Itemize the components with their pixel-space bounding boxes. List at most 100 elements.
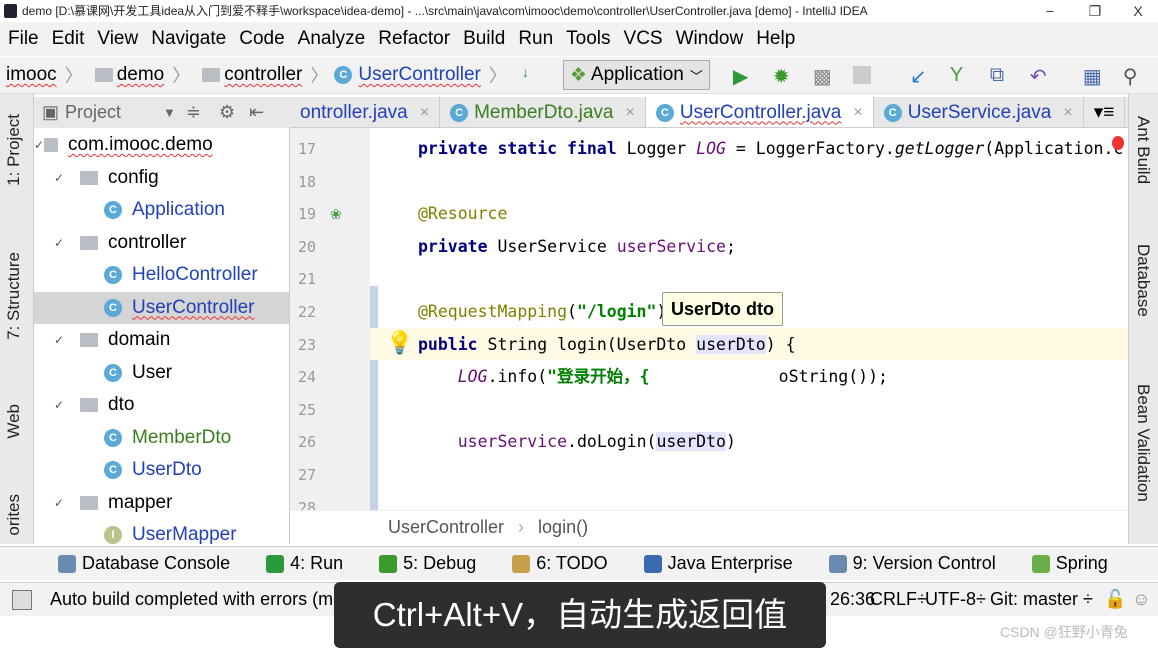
expand-icon[interactable]: ✓ <box>34 171 66 185</box>
tree-item[interactable]: C HelloController <box>34 259 289 291</box>
project-panel-title[interactable]: Project <box>65 102 121 123</box>
tree-item[interactable]: C UserController <box>34 291 289 324</box>
crumb-usercontroller[interactable]: C UserController 〉 <box>334 62 507 88</box>
project-structure-icon[interactable]: ▦ <box>1083 64 1105 88</box>
menu-vcs[interactable]: VCS <box>624 28 663 50</box>
gear-icon[interactable]: ⚙ <box>219 102 235 123</box>
crumb-imooc[interactable]: imooc 〉 <box>6 62 83 88</box>
code-line[interactable]: @Resource <box>418 203 507 225</box>
tree-item[interactable]: ✓ dto <box>34 389 289 421</box>
tree-item[interactable]: ✓ domain <box>34 324 289 356</box>
tab-structure[interactable]: 7: Structure <box>4 252 24 340</box>
tab-bean-validation[interactable]: Bean Validation <box>1133 384 1153 502</box>
vcs-update-icon[interactable]: ↙ <box>910 64 932 88</box>
menu-help[interactable]: Help <box>756 28 795 50</box>
editor-tab[interactable]: ontroller.java × <box>290 97 441 127</box>
build-icon[interactable]: ↓ <box>522 64 544 86</box>
editor-tab[interactable]: C UserController.java × <box>645 97 874 127</box>
close-tab-icon[interactable]: × <box>853 104 862 122</box>
code-editor[interactable]: 💡 ❀ 17 private static final Logger LOG = … <box>290 128 1128 510</box>
expand-icon[interactable]: ✓ <box>34 333 66 347</box>
vcs-compare-icon[interactable]: ⧉ <box>990 64 1012 86</box>
caret-position[interactable]: 26:36 <box>830 589 875 610</box>
editor-tab[interactable]: C MemberDto.java × <box>440 97 646 127</box>
vcs-commit-icon[interactable]: Y <box>950 64 972 86</box>
tool-window-version-control[interactable]: 9: Version Control <box>828 553 996 574</box>
revert-icon[interactable]: ↶ <box>1030 64 1052 88</box>
code-line[interactable]: private static final Logger LOG = Logger… <box>418 138 1123 160</box>
tool-window-run[interactable]: 4: Run <box>266 553 343 574</box>
tool-window-java-enterprise[interactable]: Java Enterprise <box>643 553 793 574</box>
tree-item[interactable]: C Application <box>34 194 289 226</box>
bean-gutter-icon[interactable]: ❀ <box>330 206 342 223</box>
breadcrumb-class[interactable]: UserController <box>388 517 504 538</box>
toggle-tool-windows-icon[interactable] <box>12 589 32 610</box>
code-line[interactable]: public String login(UserDto userDto) { <box>418 334 796 356</box>
editor-tab[interactable]: C UserService.java × <box>874 97 1084 127</box>
minimize-button[interactable]: − <box>1030 0 1070 22</box>
hide-icon[interactable]: ⇤ <box>249 102 264 123</box>
menu-refactor[interactable]: Refactor <box>378 28 450 50</box>
code-line[interactable]: @RequestMapping("/login") <box>418 301 666 323</box>
menu-file[interactable]: File <box>8 28 39 50</box>
coverage-icon[interactable]: ▩ <box>813 64 835 88</box>
tree-item[interactable]: ✓ mapper <box>34 487 289 519</box>
expand-icon[interactable]: ✓ <box>34 138 44 152</box>
tab-database[interactable]: Database <box>1133 244 1153 317</box>
code-line[interactable]: userService.doLogin(userDto) <box>418 431 736 453</box>
tool-window-debug[interactable]: 5: Debug <box>379 553 476 574</box>
search-icon[interactable]: ⚲ <box>1123 64 1145 88</box>
code-line[interactable]: LOG.info("登录开始，{ oString()); <box>418 366 888 388</box>
error-indicator-icon[interactable] <box>1112 136 1124 150</box>
expand-icon[interactable]: ✓ <box>34 236 66 250</box>
dropdown-icon[interactable]: ▼ <box>163 105 176 120</box>
menu-edit[interactable]: Edit <box>52 28 85 50</box>
menu-tools[interactable]: Tools <box>566 28 610 50</box>
close-button[interactable]: X <box>1118 0 1158 22</box>
tool-window-todo[interactable]: 6: TODO <box>512 553 608 574</box>
close-tab-icon[interactable]: × <box>420 104 429 122</box>
crumb-controller[interactable]: controller 〉 <box>196 62 328 88</box>
code-line[interactable]: private UserService userService; <box>418 236 736 258</box>
line-separator[interactable]: CRLF÷ <box>870 589 927 610</box>
tab-project[interactable]: 1: Project <box>4 114 24 186</box>
encoding[interactable]: UTF-8÷ <box>925 589 986 610</box>
close-tab-icon[interactable]: × <box>625 104 634 122</box>
tree-item[interactable]: ✓ config <box>34 162 289 194</box>
inspector-icon[interactable]: ☺ <box>1132 589 1150 610</box>
tree-item[interactable]: C UserDto <box>34 454 289 486</box>
restore-button[interactable]: ❐ <box>1075 0 1115 22</box>
tab-web[interactable]: Web <box>4 404 24 439</box>
close-tab-icon[interactable]: × <box>1063 104 1072 122</box>
tool-window-label: Java Enterprise <box>667 553 793 573</box>
tab-favorites[interactable]: orites <box>4 494 24 536</box>
tree-item[interactable]: C MemberDto <box>34 422 289 454</box>
tool-window-spring[interactable]: Spring <box>1031 553 1108 574</box>
menu-build[interactable]: Build <box>463 28 505 50</box>
menu-navigate[interactable]: Navigate <box>151 28 226 50</box>
menu-run[interactable]: Run <box>518 28 553 50</box>
expand-icon[interactable]: ✓ <box>34 398 66 412</box>
crumb-demo[interactable]: demo 〉 <box>89 62 190 88</box>
tree-item[interactable]: ✓ controller <box>34 227 289 259</box>
collapse-icon[interactable]: ≑ <box>186 102 201 123</box>
expand-icon[interactable]: ✓ <box>34 496 66 510</box>
menu-analyze[interactable]: Analyze <box>298 28 366 50</box>
menu-code[interactable]: Code <box>239 28 284 50</box>
tree-item[interactable]: ✓ com.imooc.demo <box>34 129 289 161</box>
menu-window[interactable]: Window <box>676 28 744 50</box>
breadcrumb-method[interactable]: login() <box>538 517 588 538</box>
lightbulb-icon[interactable]: 💡 <box>386 330 413 356</box>
tab-ant-build[interactable]: Ant Build <box>1133 116 1153 184</box>
tab-list-icon[interactable]: ▾≡ <box>1084 97 1126 127</box>
run-config-select[interactable]: ❖ Application ﹀ <box>562 60 710 90</box>
debug-icon[interactable]: ✹ <box>773 64 795 88</box>
run-icon[interactable]: ▶ <box>733 64 755 88</box>
tree-item[interactable]: I UserMapper <box>34 519 289 544</box>
lock-icon[interactable]: 🔓 <box>1104 589 1126 610</box>
stop-icon[interactable] <box>852 66 871 84</box>
git-branch[interactable]: Git: master ÷ <box>990 589 1093 610</box>
tool-window-database-console[interactable]: Database Console <box>58 553 230 574</box>
tree-item[interactable]: C User <box>34 357 289 389</box>
menu-view[interactable]: View <box>97 28 138 50</box>
